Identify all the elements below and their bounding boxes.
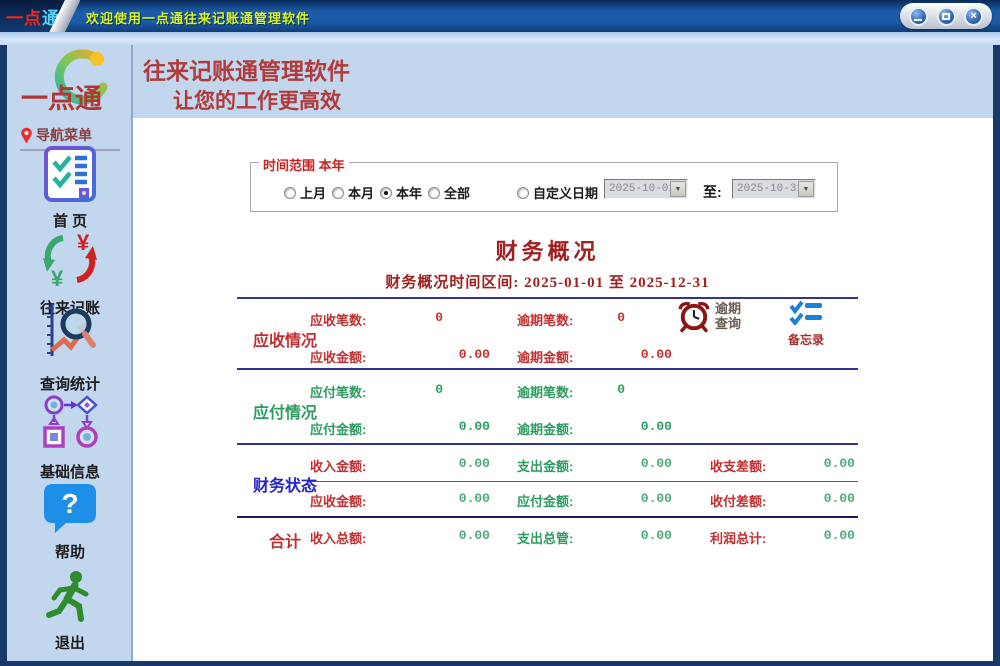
value: 0.00 bbox=[572, 456, 672, 474]
dropdown-arrow-icon[interactable]: ▼ bbox=[798, 181, 814, 197]
memo-button[interactable]: 备忘录 bbox=[783, 301, 829, 348]
content-area: 时间范围 本年 上月 本月 本年 全部 bbox=[133, 118, 993, 661]
window-title: 欢迎使用一点通往来记账通管理软件 bbox=[86, 8, 310, 27]
date-to-dropdown[interactable]: 2025-10-31 ▼ bbox=[732, 179, 816, 199]
svg-text:¥: ¥ bbox=[77, 230, 90, 255]
overdue-query-button[interactable]: 逾期 查询 bbox=[675, 299, 741, 335]
sidebar-logo: 一点通 bbox=[7, 47, 133, 127]
value: 0 bbox=[387, 310, 443, 328]
sidebar-item-stats[interactable]: 查询统计 bbox=[7, 300, 133, 394]
overdue-query-label: 逾期 查询 bbox=[715, 302, 741, 332]
map-pin-icon bbox=[20, 127, 33, 144]
sidebar-item-label: 基础信息 bbox=[7, 461, 133, 482]
value: 0.00 bbox=[747, 491, 855, 509]
sidebar-item-label: 帮助 bbox=[7, 541, 133, 562]
main-header-band: 往来记账通管理软件 让您的工作更高效 bbox=[133, 45, 993, 118]
radio-this-year[interactable]: 本年 bbox=[380, 183, 422, 202]
divider bbox=[237, 297, 858, 299]
clipboard-icon bbox=[43, 145, 97, 203]
radio-label: 上月 bbox=[300, 183, 326, 202]
main-area: 往来记账通管理软件 让您的工作更高效 时间范围 本年 上月 本月 bbox=[133, 45, 993, 661]
sidebar-logo-text: 一点通 bbox=[21, 77, 102, 116]
value: 0.00 bbox=[572, 528, 672, 546]
radio-icon[interactable] bbox=[284, 187, 296, 199]
radio-icon[interactable] bbox=[332, 187, 344, 199]
finance-overview-title: 财务概况 bbox=[237, 234, 858, 266]
software-title: 往来记账通管理软件 bbox=[143, 52, 350, 86]
close-button[interactable]: × bbox=[964, 7, 983, 26]
app-window: 一点通 欢迎使用一点通往来记账通管理软件 × bbox=[0, 0, 1000, 666]
sidebar-item-exit[interactable]: 退出 bbox=[7, 569, 133, 653]
divider bbox=[237, 443, 858, 445]
value: 0 bbox=[572, 310, 625, 328]
radio-label: 全部 bbox=[444, 183, 470, 202]
radio-custom-date[interactable]: 自定义日期 bbox=[517, 183, 598, 202]
value: 0 bbox=[572, 382, 625, 400]
title-bar: 一点通 欢迎使用一点通往来记账通管理软件 × bbox=[0, 0, 1000, 32]
radio-icon-checked[interactable] bbox=[380, 187, 392, 199]
memo-label: 备忘录 bbox=[783, 331, 829, 348]
svg-text:?: ? bbox=[61, 488, 78, 519]
chart-magnifier-icon bbox=[40, 300, 100, 366]
radio-last-month[interactable]: 上月 bbox=[284, 183, 326, 202]
app-logo-text-red: 一点 bbox=[6, 4, 42, 29]
value: 0.00 bbox=[387, 491, 490, 509]
minimize-icon bbox=[914, 19, 922, 21]
sidebar: 一点通 导航菜单 bbox=[7, 45, 133, 661]
radio-icon[interactable] bbox=[517, 187, 529, 199]
close-icon: × bbox=[971, 11, 977, 22]
radio-all[interactable]: 全部 bbox=[428, 183, 470, 202]
time-range-groupbox: 时间范围 本年 上月 本月 本年 全部 bbox=[250, 162, 838, 212]
value: 0.00 bbox=[387, 456, 490, 474]
sidebar-item-label: 退出 bbox=[7, 632, 133, 653]
maximize-button[interactable] bbox=[937, 7, 956, 26]
titlebar-lower-strip bbox=[0, 32, 1000, 45]
value: 0.00 bbox=[572, 419, 672, 437]
help-bubble-icon: ? bbox=[42, 482, 98, 534]
memo-checklist-icon bbox=[789, 301, 823, 325]
maximize-icon bbox=[942, 13, 950, 20]
value: 0.00 bbox=[387, 528, 490, 546]
radio-this-month[interactable]: 本月 bbox=[332, 183, 374, 202]
value: 0.00 bbox=[747, 528, 855, 546]
nav-menu-text: 导航菜单 bbox=[36, 125, 92, 145]
flowchart-icon bbox=[40, 394, 100, 454]
radio-icon[interactable] bbox=[428, 187, 440, 199]
date-from-dropdown[interactable]: 2025-10-01 ▼ bbox=[604, 179, 688, 199]
radio-label: 本年 bbox=[396, 183, 422, 202]
to-label: 至: bbox=[703, 182, 722, 202]
radio-label: 自定义日期 bbox=[533, 183, 598, 202]
svg-text:¥: ¥ bbox=[51, 266, 64, 290]
sidebar-item-label: 查询统计 bbox=[7, 373, 133, 394]
date-from-value: 2025-10-01 bbox=[605, 183, 670, 195]
divider bbox=[237, 516, 858, 518]
running-exit-icon bbox=[44, 569, 96, 625]
value: 0.00 bbox=[572, 491, 672, 509]
sidebar-item-help[interactable]: ? 帮助 bbox=[7, 482, 133, 562]
date-to-value: 2025-10-31 bbox=[733, 183, 798, 195]
finance-table: 应收情况 应收笔数: 0 逾期笔数: 0 应收金额: 0.00 逾期金额: 0.… bbox=[237, 297, 858, 549]
time-range-legend: 时间范围 本年 bbox=[259, 155, 349, 174]
minimize-button[interactable] bbox=[909, 7, 928, 26]
window-controls: × bbox=[900, 3, 992, 29]
finance-overview-range: 财务概况时间区间: 2025-01-01 至 2025-12-31 bbox=[237, 271, 858, 292]
radio-label: 本月 bbox=[348, 183, 374, 202]
sidebar-item-info[interactable]: 基础信息 bbox=[7, 394, 133, 482]
sidebar-item-home[interactable]: 首 页 bbox=[7, 145, 133, 231]
value: 0.00 bbox=[387, 347, 490, 365]
value: 0.00 bbox=[747, 456, 855, 474]
value: 0.00 bbox=[387, 419, 490, 437]
alarm-clock-icon bbox=[675, 299, 713, 335]
software-slogan: 让您的工作更高效 bbox=[173, 85, 341, 115]
value: 0 bbox=[387, 382, 443, 400]
exchange-arrows-icon: ¥ ¥ bbox=[39, 228, 101, 290]
divider bbox=[237, 368, 858, 370]
divider-mid bbox=[310, 481, 858, 482]
value: 0.00 bbox=[572, 347, 672, 365]
dropdown-arrow-icon[interactable]: ▼ bbox=[670, 181, 686, 197]
